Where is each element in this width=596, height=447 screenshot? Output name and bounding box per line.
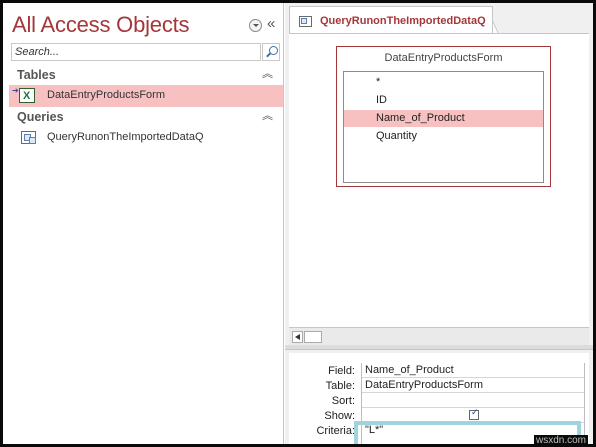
field-item-quantity[interactable]: Quantity	[344, 128, 543, 145]
navigation-pane: All Access Objects « Search... Tables ︽ …	[3, 3, 284, 444]
nav-pane-title: All Access Objects	[12, 12, 190, 37]
grid-label-criteria: Criteria:	[316, 425, 355, 437]
horizontal-scrollbar[interactable]	[289, 327, 589, 345]
table-field-list-title: DataEntryProductsForm	[384, 52, 503, 64]
nav-item-query[interactable]: QueryRunonTheImportedDataQ	[9, 127, 283, 149]
pane-splitter[interactable]	[285, 345, 593, 350]
field-list: * ID Name_of_Product Quantity	[343, 71, 544, 183]
table-field-list[interactable]: DataEntryProductsForm * ID Name_of_Produ…	[336, 46, 551, 187]
tab-query-design[interactable]: QueryRunonTheImportedDataQ	[289, 6, 493, 34]
table-cell[interactable]: DataEntryProductsForm	[362, 378, 584, 393]
linked-excel-table-icon	[19, 88, 35, 103]
nav-item-label: QueryRunonTheImportedDataQ	[47, 131, 204, 143]
query-icon	[299, 16, 312, 27]
field-item-all[interactable]: *	[344, 74, 543, 91]
field-cell[interactable]: Name_of_Product	[362, 363, 584, 378]
grid-label-field: Field:	[328, 365, 355, 377]
field-label: ID	[376, 94, 387, 106]
query-design-document: QueryRunonTheImportedDataQ DataEntryProd…	[285, 3, 593, 444]
grid-label-table: Table:	[325, 380, 355, 392]
access-window: All Access Objects « Search... Tables ︽ …	[3, 3, 593, 444]
nav-item-label: DataEntryProductsForm	[47, 89, 165, 101]
sort-cell[interactable]	[362, 393, 584, 408]
field-label: Quantity	[376, 130, 417, 142]
query-design-pane: DataEntryProductsForm * ID Name_of_Produ…	[289, 33, 589, 347]
field-label: *	[376, 76, 381, 88]
grid-label-show: Show:	[324, 410, 355, 422]
show-checkbox[interactable]	[469, 408, 479, 420]
search-input[interactable]: Search...	[11, 43, 261, 61]
scroll-left-icon[interactable]	[292, 331, 303, 343]
grid-label-sort: Sort:	[331, 395, 355, 407]
link-arrow-icon: ➔	[12, 86, 19, 95]
group-label-queries: Queries	[17, 110, 64, 124]
collapse-group-icon[interactable]: ︽	[262, 67, 273, 81]
group-header-queries[interactable]: Queries ︽	[3, 107, 284, 127]
collapse-group-icon[interactable]: ︽	[262, 109, 273, 123]
nav-item-dataentryproductsform[interactable]: ➔ DataEntryProductsForm	[9, 85, 283, 107]
watermark: wsxdn.com	[533, 435, 588, 447]
search-icon[interactable]	[262, 43, 280, 61]
nav-menu-dropdown-icon[interactable]	[249, 19, 262, 32]
query-icon	[21, 131, 36, 144]
group-label-tables: Tables	[17, 68, 56, 82]
field-label: Name_of_Product	[376, 112, 465, 124]
field-item-id[interactable]: ID	[344, 92, 543, 109]
field-item-name-of-product[interactable]: Name_of_Product	[344, 110, 543, 127]
collapse-pane-icon[interactable]: «	[267, 15, 275, 33]
scroll-thumb[interactable]	[304, 331, 322, 343]
tab-label: QueryRunonTheImportedDataQ	[320, 15, 486, 27]
group-header-tables[interactable]: Tables ︽	[3, 65, 284, 85]
